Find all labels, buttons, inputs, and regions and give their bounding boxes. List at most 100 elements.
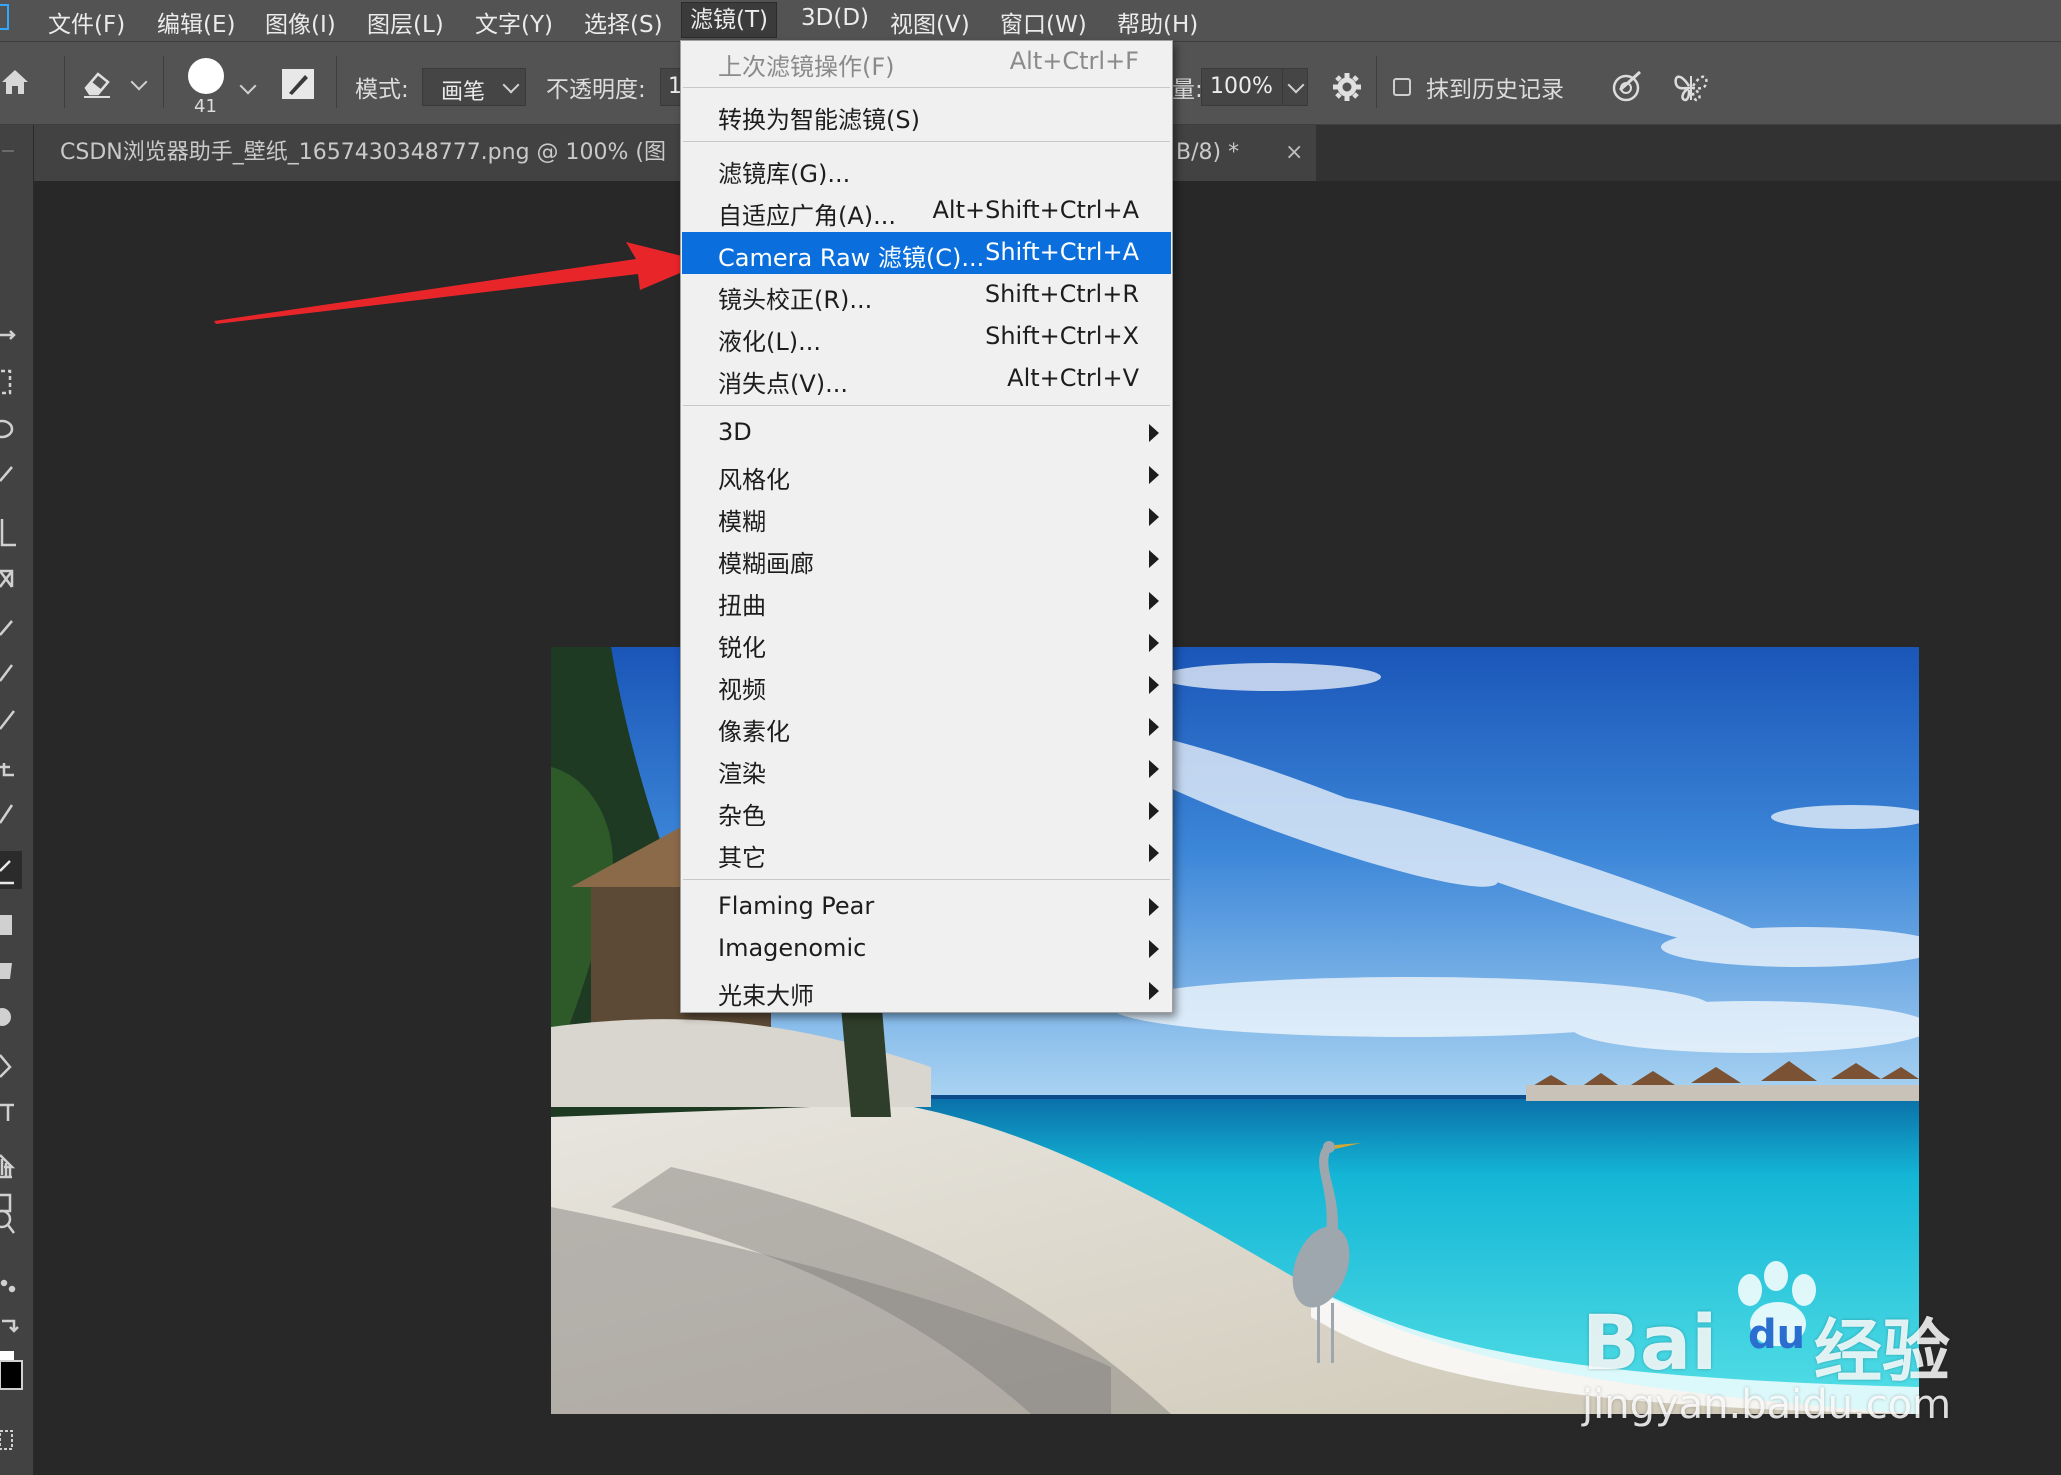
menu-item-label: 视频 [718, 676, 766, 704]
eyedropper-tool-icon [0, 620, 13, 636]
menu-item-blur-gallery[interactable]: 模糊画廊 [682, 538, 1171, 580]
menu-item-adaptive-wide-angle[interactable]: 自适应广角(A)... Alt+Shift+Ctrl+A [682, 190, 1171, 232]
watermark-url: jingyan.baidu.com [1582, 1382, 1952, 1428]
submenu-arrow-icon [1149, 982, 1159, 1000]
watermark-brand-left: Bai [1582, 1298, 1718, 1387]
menu-item-label: 上次滤镜操作(F) [718, 53, 895, 81]
gear-icon[interactable] [1331, 71, 1363, 103]
clone-stamp-tool-icon [0, 763, 14, 777]
menu-item-label: 扭曲 [718, 592, 766, 620]
menu-item-label: 模糊画廊 [718, 550, 814, 578]
menu-item-3d[interactable]: 3D [682, 412, 1171, 454]
menu-help[interactable]: 帮助(H) [1117, 5, 1198, 39]
tool-icons-strip-lower [0, 1159, 23, 1450]
menu-item-shortcut: Alt+Ctrl+V [1007, 364, 1139, 392]
dodge-tool-icon [0, 1008, 11, 1026]
menu-view[interactable]: 视图(V) [890, 5, 970, 39]
menu-item-label: 转换为智能滤镜(S) [718, 106, 920, 134]
menu-item-label: Imagenomic [718, 934, 867, 962]
document-tab-end[interactable]: B/8) * × [1173, 125, 1316, 181]
document-tab-suffix: B/8) * [1176, 140, 1240, 165]
quick-mask-icon [0, 1430, 13, 1450]
submenu-arrow-icon [1149, 844, 1159, 862]
menu-item-stylize[interactable]: 风格化 [682, 454, 1171, 496]
background-color-swatch [0, 1360, 23, 1390]
menu-item-pixelate[interactable]: 像素化 [682, 706, 1171, 748]
submenu-arrow-icon [1149, 940, 1159, 958]
submenu-arrow-icon [1149, 760, 1159, 778]
menu-item-liquify[interactable]: 液化(L)... Shift+Ctrl+X [682, 316, 1171, 358]
menu-item-label: 锐化 [718, 634, 766, 662]
flow-field[interactable]: 100% [1201, 68, 1308, 106]
submenu-arrow-icon [1149, 898, 1159, 916]
menu-item-label: 其它 [718, 844, 766, 872]
menu-item-label: 滤镜库(G)... [718, 160, 851, 188]
menu-item-last-filter: 上次滤镜操作(F) Alt+Ctrl+F [682, 41, 1171, 83]
history-brush-tool-icon [0, 804, 14, 824]
symmetry-butterfly-icon[interactable] [1672, 68, 1710, 106]
submenu-arrow-icon [1149, 550, 1159, 568]
tab-close-icon[interactable]: × [1285, 125, 1303, 181]
pressure-opacity-icon[interactable] [1610, 68, 1646, 104]
gradient-tool-icon [0, 915, 12, 935]
menu-item-noise[interactable]: 杂色 [682, 790, 1171, 832]
blur-tool-icon [0, 963, 12, 979]
hand-tool-icon [0, 1159, 12, 1179]
menu-item-label: 模糊 [718, 508, 766, 536]
more-tools-icon [0, 1279, 8, 1287]
menu-item-shortcut: Shift+Ctrl+R [984, 280, 1139, 308]
erase-to-history-label: 抹到历史记录 [1426, 77, 1564, 103]
menu-item-label: Camera Raw 滤镜(C)... [718, 244, 985, 272]
menu-item-render[interactable]: 渲染 [682, 748, 1171, 790]
tool-icons-strip [0, 330, 22, 1213]
menu-item-label: 镜头校正(R)... [718, 286, 873, 314]
menu-item-label: 液化(L)... [718, 328, 821, 356]
menu-item-video[interactable]: 视频 [682, 664, 1171, 706]
menu-item-shortcut: Shift+Ctrl+A [985, 238, 1139, 266]
flow-chevron-icon [1287, 76, 1305, 94]
erase-to-history-checkbox[interactable] [1393, 78, 1411, 96]
menu-item-shortcut: Alt+Ctrl+F [1009, 47, 1139, 75]
quick-select-tool-icon [0, 466, 13, 482]
flow-label: 量: [1172, 77, 1203, 103]
menu-item-other[interactable]: 其它 [682, 832, 1171, 874]
frame-tool-icon [0, 569, 14, 588]
menu-item-imagenomic[interactable]: Imagenomic [682, 928, 1171, 970]
menu-item-label: 3D [718, 418, 752, 446]
menu-item-filter-gallery[interactable]: 滤镜库(G)... [682, 148, 1171, 190]
menu-item-lens-correction[interactable]: 镜头校正(R)... Shift+Ctrl+R [682, 274, 1171, 316]
pen-tool-icon [0, 1054, 12, 1078]
menu-item-vanishing-point[interactable]: 消失点(V)... Alt+Ctrl+V [682, 358, 1171, 400]
menu-item-label: 自适应广角(A)... [718, 202, 897, 230]
menu-window[interactable]: 窗口(W) [1000, 5, 1087, 39]
menu-item-distort[interactable]: 扭曲 [682, 580, 1171, 622]
menu-item-camera-raw-filter[interactable]: Camera Raw 滤镜(C)... Shift+Ctrl+A [682, 232, 1171, 274]
menu-item-blur[interactable]: 模糊 [682, 496, 1171, 538]
lasso-tool-icon [0, 419, 14, 439]
swap-colors-icon [2, 1319, 19, 1333]
watermark-brand-mid: du [1748, 1312, 1806, 1358]
menu-item-convert-smart-filters[interactable]: 转换为智能滤镜(S) [682, 94, 1171, 136]
brush-tool-icon [0, 710, 15, 730]
menu-item-label: 杂色 [718, 802, 766, 830]
filter-menu-dropdown: 上次滤镜操作(F) Alt+Ctrl+F 转换为智能滤镜(S) 滤镜库(G)..… [680, 40, 1173, 1013]
submenu-arrow-icon [1149, 718, 1159, 736]
zoom-tool-icon [0, 1209, 12, 1229]
watermark-brand-right: 经验 [1814, 1313, 1951, 1392]
menu-item-flaming-pear[interactable]: Flaming Pear [682, 886, 1171, 928]
menu-item-light-beam-master[interactable]: 光束大师 [682, 970, 1171, 1012]
menu-item-label: Flaming Pear [718, 892, 875, 920]
menu-item-label: 渲染 [718, 760, 766, 788]
submenu-arrow-icon [1149, 676, 1159, 694]
submenu-arrow-icon [1149, 802, 1159, 820]
submenu-arrow-icon [1149, 424, 1159, 442]
submenu-arrow-icon [1149, 508, 1159, 526]
baidu-jingyan-watermark: Bai du 经验 jingyan.baidu.com [1580, 1260, 1960, 1440]
healing-brush-tool-icon [0, 664, 13, 682]
menu-3d[interactable]: 3D(D) [801, 5, 869, 31]
menu-item-sharpen[interactable]: 锐化 [682, 622, 1171, 664]
submenu-arrow-icon [1149, 634, 1159, 652]
menu-item-shortcut: Alt+Shift+Ctrl+A [932, 196, 1140, 224]
menu-item-label: 光束大师 [718, 982, 814, 1010]
menu-item-label: 风格化 [718, 466, 790, 494]
